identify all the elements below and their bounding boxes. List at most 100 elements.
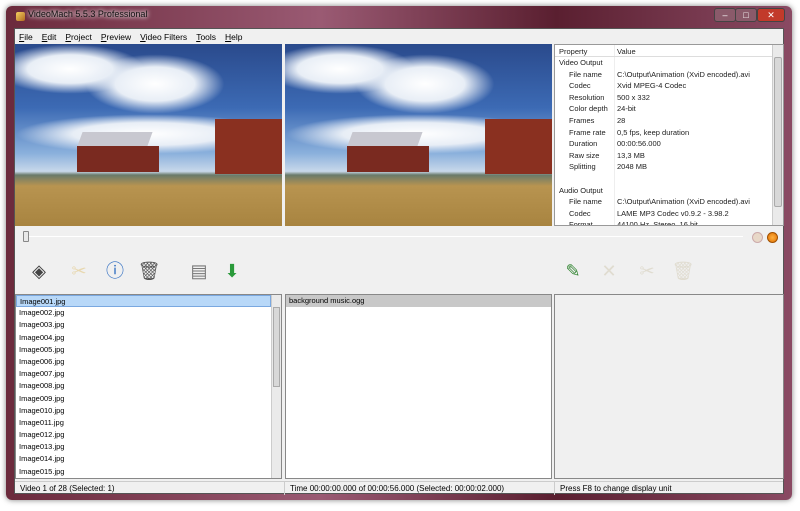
property-name: Frame rate bbox=[555, 126, 615, 139]
video-list-item[interactable]: Image001.jpg bbox=[16, 295, 271, 308]
property-value: 24-bit bbox=[617, 104, 636, 114]
status-hint: Press F8 to change display unit bbox=[560, 484, 672, 493]
audio-list-item[interactable]: background music.ogg bbox=[286, 295, 551, 308]
menu-tools[interactable]: Tools bbox=[192, 29, 221, 43]
video-list-item[interactable]: Image012.jpg bbox=[16, 429, 271, 441]
property-row[interactable]: Codec LAME MP3 Codec v0.9.2 - 3.98.2 bbox=[555, 207, 783, 220]
property-name: Frames bbox=[555, 114, 615, 127]
property-row[interactable]: Duration 00:00:56.000 bbox=[555, 138, 783, 150]
property-value: C:\Output\Animation (XviD encoded).avi bbox=[617, 69, 750, 79]
property-value: Xvid MPEG-4 Codec bbox=[617, 81, 687, 91]
menu-edit[interactable]: Edit bbox=[38, 29, 62, 43]
property-row[interactable]: Splitting 2048 MB bbox=[555, 161, 783, 173]
property-row[interactable]: Frame rate 0,5 fps, keep duration bbox=[555, 126, 783, 139]
maximize-button[interactable]: □ bbox=[735, 8, 757, 22]
menu-file[interactable]: File bbox=[15, 29, 38, 43]
properties-scrollbar[interactable] bbox=[772, 45, 783, 225]
property-name: Format bbox=[555, 219, 615, 225]
property-value: 2048 MB bbox=[617, 162, 648, 172]
output-preview bbox=[285, 44, 552, 226]
property-name bbox=[555, 172, 615, 185]
app-icon bbox=[16, 12, 25, 21]
property-name: Duration bbox=[555, 138, 615, 150]
property-name: Video Output bbox=[555, 57, 615, 69]
property-row[interactable]: File name C:\Output\Animation (XviD encod… bbox=[555, 196, 783, 208]
timeline-track[interactable] bbox=[27, 236, 743, 237]
video-list-item[interactable]: Image002.jpg bbox=[16, 307, 271, 319]
property-value: 44100 Hz, Stereo, 16 bit bbox=[617, 220, 698, 226]
property-name: Resolution bbox=[555, 91, 615, 104]
status-time: Time 00:00:00.000 of 00:00:56.000 (Selec… bbox=[285, 482, 555, 495]
column-property[interactable]: Property bbox=[555, 45, 615, 56]
timeline-slider-thumb[interactable] bbox=[23, 231, 29, 242]
video-list[interactable]: Image001.jpg Image002.jpg Image003.jpg Imag… bbox=[15, 294, 282, 479]
property-value: 500 x 332 bbox=[617, 92, 650, 102]
property-value: 28 bbox=[617, 115, 626, 125]
property-row[interactable]: Raw size 13,3 MB bbox=[555, 149, 783, 162]
property-name: Codec bbox=[555, 207, 615, 220]
trash-icon[interactable]: 🗑 bbox=[671, 259, 695, 283]
video-list-item[interactable]: Image004.jpg bbox=[16, 332, 271, 344]
property-name: Color depth bbox=[555, 103, 615, 115]
property-value bbox=[615, 173, 783, 185]
minimize-button[interactable]: – bbox=[714, 8, 736, 22]
video-list-item[interactable]: Image015.jpg bbox=[16, 466, 271, 478]
trash-icon[interactable]: 🗑 bbox=[137, 259, 161, 283]
video-list-item[interactable]: Image007.jpg bbox=[16, 368, 271, 380]
property-name: File name bbox=[555, 196, 615, 208]
property-value: C:\Output\Animation (XviD encoded).avi bbox=[617, 197, 750, 207]
property-value: 13,3 MB bbox=[617, 150, 645, 160]
add-video-icon[interactable]: ◈ bbox=[27, 259, 51, 283]
menu-bar: File Edit Project Preview Video Filters … bbox=[15, 29, 783, 43]
status-video: Video 1 of 28 (Selected: 1) bbox=[15, 482, 285, 495]
app-window: VideoMach 5.5.3 Professional – □ ✕ File … bbox=[6, 6, 792, 500]
property-row[interactable] bbox=[555, 172, 783, 185]
drive-icon[interactable]: ▤ bbox=[187, 259, 211, 283]
property-name: Codec bbox=[555, 80, 615, 92]
video-list-item[interactable]: Image014.jpg bbox=[16, 453, 271, 465]
properties-panel: Property Value Video Output File name C:\Ou… bbox=[554, 44, 784, 226]
save-to-drive-icon[interactable]: ⬇ bbox=[220, 259, 244, 283]
video-list-item[interactable]: Image009.jpg bbox=[16, 393, 271, 405]
property-row[interactable]: Frames 28 bbox=[555, 114, 783, 127]
property-name: Audio Output bbox=[555, 184, 615, 197]
video-list-item[interactable]: Image005.jpg bbox=[16, 344, 271, 356]
source-preview bbox=[15, 44, 282, 226]
property-row[interactable]: Resolution 500 x 332 bbox=[555, 91, 783, 104]
property-row[interactable]: Codec Xvid MPEG-4 Codec bbox=[555, 80, 783, 92]
menu-help[interactable]: Help bbox=[221, 29, 247, 43]
property-value: LAME MP3 Codec v0.9.2 - 3.98.2 bbox=[617, 208, 729, 218]
window-title: VideoMach 5.5.3 Professional bbox=[28, 9, 148, 19]
scissors-icon[interactable]: ✂ bbox=[67, 259, 91, 283]
property-value: 00:00:56.000 bbox=[617, 139, 661, 149]
client-area: File Edit Project Preview Video Filters … bbox=[14, 28, 784, 495]
video-list-item[interactable]: Image003.jpg bbox=[16, 319, 271, 331]
column-value[interactable]: Value bbox=[615, 45, 783, 56]
property-value: 0,5 fps, keep duration bbox=[617, 127, 690, 137]
edit-image-icon[interactable]: ✎ bbox=[561, 259, 585, 283]
video-list-item[interactable]: Image013.jpg bbox=[16, 441, 271, 453]
menu-preview[interactable]: Preview bbox=[97, 29, 136, 43]
property-name: Raw size bbox=[555, 149, 615, 162]
info-icon[interactable]: ⓘ bbox=[103, 259, 127, 283]
property-row[interactable]: Video Output bbox=[555, 57, 783, 69]
property-name: Splitting bbox=[555, 161, 615, 173]
play-button[interactable] bbox=[767, 232, 778, 243]
video-list-scrollbar[interactable] bbox=[271, 295, 281, 478]
property-row[interactable]: Format 44100 Hz, Stereo, 16 bit bbox=[555, 219, 783, 226]
video-list-item[interactable]: Image006.jpg bbox=[16, 356, 271, 368]
scissors-icon[interactable]: ✂ bbox=[635, 259, 659, 283]
menu-video-filters[interactable]: Video Filters bbox=[136, 29, 192, 43]
tools-icon[interactable]: ✕ bbox=[597, 259, 621, 283]
close-button[interactable]: ✕ bbox=[757, 8, 785, 22]
video-list-item[interactable]: Image010.jpg bbox=[16, 405, 271, 417]
empty-panel bbox=[554, 294, 784, 479]
audio-list[interactable]: background music.ogg bbox=[285, 294, 552, 479]
video-list-item[interactable]: Image011.jpg bbox=[16, 417, 271, 429]
property-row[interactable]: Audio Output bbox=[555, 184, 783, 197]
previous-frame-button[interactable] bbox=[752, 232, 763, 243]
video-list-item[interactable]: Image008.jpg bbox=[16, 380, 271, 392]
property-row[interactable]: Color depth 24-bit bbox=[555, 103, 783, 115]
menu-project[interactable]: Project bbox=[61, 29, 96, 43]
property-row[interactable]: File name C:\Output\Animation (XviD encod… bbox=[555, 68, 783, 81]
